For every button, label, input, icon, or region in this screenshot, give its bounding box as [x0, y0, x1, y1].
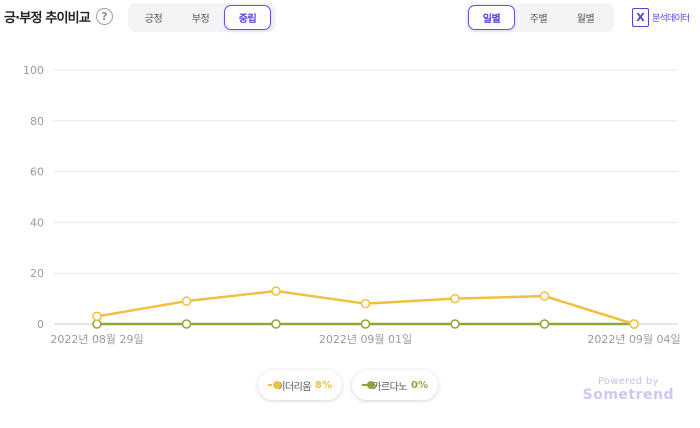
- data-point: [629, 319, 639, 329]
- y-tick-label: 80: [30, 115, 44, 128]
- line-chart: 0 20 40 60 80 100 2022년 08월 29일 2022년 09월 01일 20…: [23, 64, 681, 346]
- data-point: [271, 286, 281, 296]
- powered-by: Powered by Sometrend: [583, 376, 674, 403]
- x-tick-label: 2022년 09월 01일: [319, 332, 412, 346]
- legend-percent: 8%: [315, 379, 332, 391]
- data-point: [539, 319, 550, 329]
- data-point: [539, 291, 550, 301]
- data-point: [271, 319, 281, 329]
- legend-label: 이더리움: [276, 381, 312, 393]
- data-point: [360, 319, 371, 329]
- y-tick-label: 40: [30, 216, 44, 229]
- x-tick-label: 2022년 08월 29일: [50, 332, 143, 346]
- legend-label: 카르다노: [372, 381, 408, 393]
- legend-marker: [362, 380, 376, 390]
- data-point: [181, 296, 192, 306]
- legend-item-cardano[interactable]: 카르다노 0%: [352, 370, 438, 400]
- data-point: [450, 293, 460, 304]
- y-tick-label: 20: [30, 267, 44, 280]
- powered-by-text: Powered by: [597, 376, 659, 387]
- y-tick-label: 100: [23, 64, 44, 77]
- x-tick-label: 2022년 09월 04일: [587, 332, 680, 346]
- brand-logo: Sometrend: [582, 387, 674, 403]
- data-point: [360, 298, 371, 309]
- data-point: [181, 319, 192, 329]
- legend-marker: [268, 380, 282, 390]
- data-point: [92, 319, 102, 329]
- data-point: [450, 319, 460, 329]
- legend-item-ethereum[interactable]: 이더리움 8%: [258, 370, 342, 400]
- data-point: [92, 311, 102, 322]
- legend-percent: 0%: [411, 379, 428, 391]
- y-tick-label: 0: [37, 318, 44, 331]
- y-tick-label: 60: [30, 166, 44, 179]
